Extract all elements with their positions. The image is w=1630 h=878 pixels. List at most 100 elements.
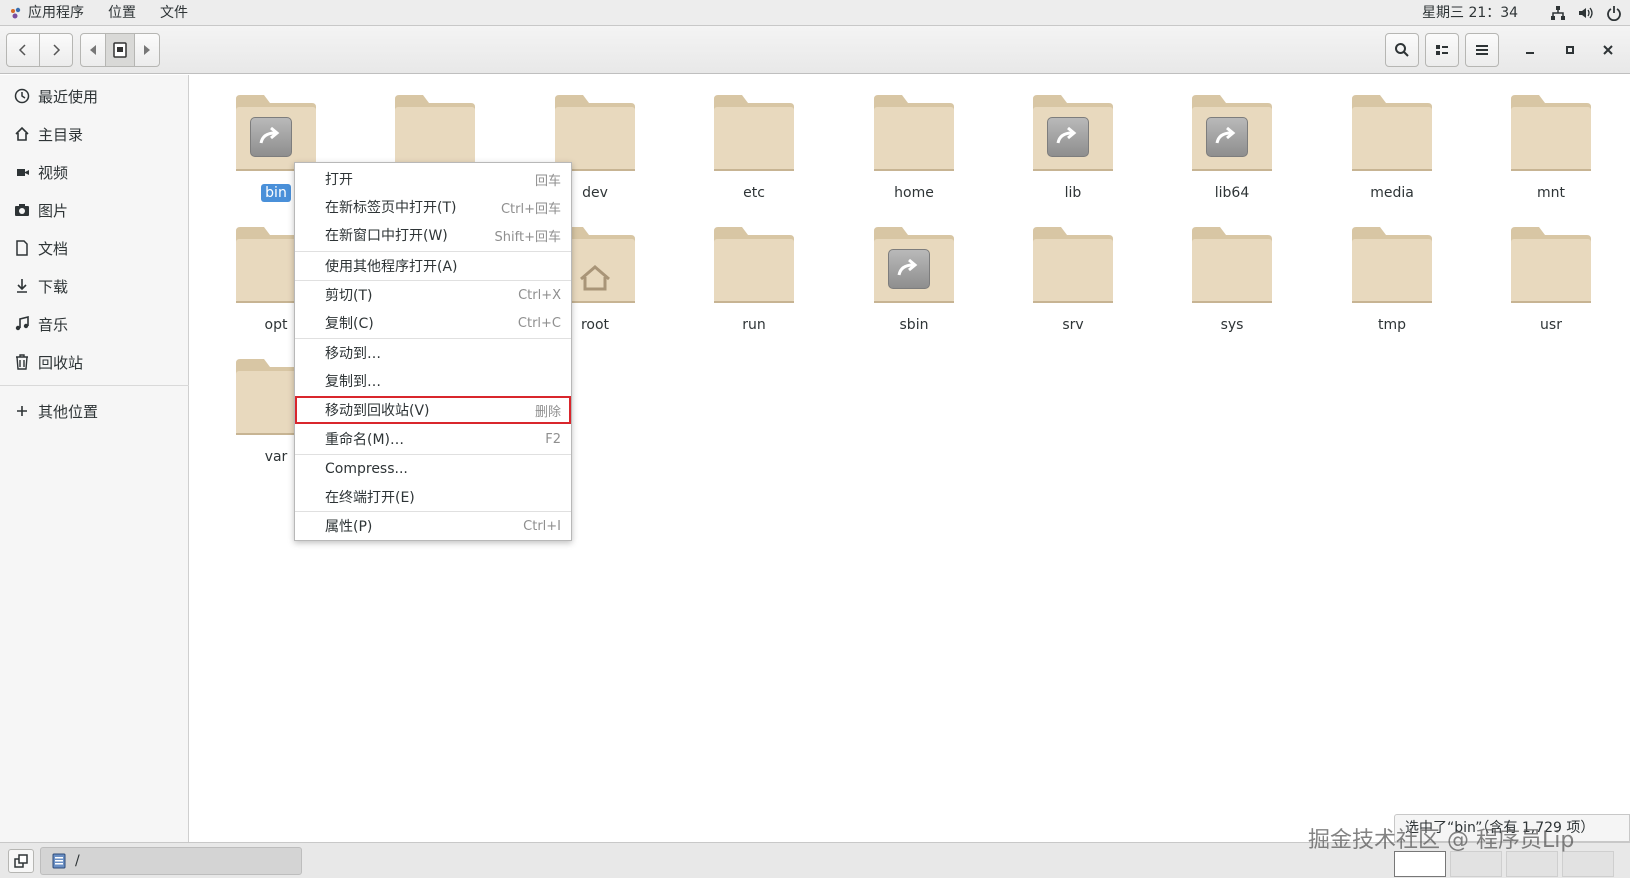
folder-item[interactable]: srv (1003, 207, 1143, 337)
video-icon (14, 164, 30, 180)
windows-icon (14, 854, 28, 868)
menu-item-cut[interactable]: 剪切(T) Ctrl+X (295, 281, 571, 309)
folder-name-label: lib64 (1214, 185, 1250, 201)
menu-item-open-with[interactable]: 使用其他程序打开(A) (295, 252, 571, 280)
sidebar-item-other-locations[interactable]: 其他位置 (0, 394, 189, 428)
folder-icon (395, 95, 475, 171)
system-tray[interactable] (1550, 0, 1622, 26)
folder-name-label: mnt (1537, 185, 1565, 201)
menu-item-open[interactable]: 打开 回车 (295, 165, 571, 193)
menu-item-open-terminal[interactable]: 在终端打开(E) (295, 483, 571, 511)
folder-item[interactable]: etc (684, 75, 824, 205)
maximize-icon (1566, 46, 1574, 54)
view-toggle-button[interactable] (1425, 33, 1459, 67)
folder-item[interactable]: mnt (1481, 75, 1621, 205)
path-scroll-left-button[interactable] (80, 33, 106, 67)
minimize-button[interactable] (1522, 42, 1538, 58)
menu-item-copy[interactable]: 复制(C) Ctrl+C (295, 309, 571, 337)
folder-name-label: opt (264, 317, 288, 333)
menu-item-move-to[interactable]: 移动到… (295, 339, 571, 367)
menu-item-label: 在新标签页中打开(T) (325, 200, 457, 216)
path-scroll-right-button[interactable] (134, 33, 160, 67)
menu-item-properties[interactable]: 属性(P) Ctrl+I (295, 512, 571, 540)
sidebar: 最近使用 主目录 视频 图片 文档 下载 音乐 回收站 其他位置 (0, 75, 189, 842)
folder-item[interactable]: home (844, 75, 984, 205)
clock-icon (14, 88, 30, 104)
music-icon (14, 315, 30, 332)
sidebar-item-videos[interactable]: 视频 (0, 155, 189, 189)
workspace-2[interactable] (1450, 851, 1502, 877)
show-desktop-button[interactable] (8, 849, 34, 873)
files-menu[interactable]: 文件 (148, 0, 200, 26)
folder-icon (1033, 227, 1113, 303)
folder-name: lib (1003, 185, 1143, 201)
folder-name: home (844, 185, 984, 201)
folder-icon (1511, 95, 1591, 171)
sidebar-item-documents[interactable]: 文档 (0, 231, 189, 265)
sidebar-item-recent[interactable]: 最近使用 (0, 79, 189, 113)
menu-item-move-to-trash[interactable]: 移动到回收站(V) 删除 (295, 396, 571, 424)
header-bar (0, 26, 1630, 74)
workspace-3[interactable] (1506, 851, 1558, 877)
folder-item[interactable]: lib (1003, 75, 1143, 205)
watermark: 掘金技术社区 @ 程序员Lip (1308, 828, 1575, 853)
menu-item-open-new-tab[interactable]: 在新标签页中打开(T) Ctrl+回车 (295, 193, 571, 221)
volume-icon[interactable] (1578, 5, 1594, 21)
sidebar-item-downloads[interactable]: 下载 (0, 269, 189, 303)
menu-button[interactable] (1465, 33, 1499, 67)
folder-icon (1352, 227, 1432, 303)
menu-item-accel: Shift+回车 (494, 229, 561, 245)
path-root-button[interactable] (105, 33, 135, 67)
list-view-icon (1436, 45, 1448, 55)
sidebar-item-pictures[interactable]: 图片 (0, 193, 189, 227)
back-button[interactable] (6, 33, 40, 67)
menu-item-label: 剪切(T) (325, 288, 373, 304)
folder-name-label: sys (1220, 317, 1244, 333)
workspace-1[interactable] (1394, 851, 1446, 877)
folder-icon (1352, 95, 1432, 171)
menu-item-compress[interactable]: Compress... (295, 455, 571, 483)
search-icon (1395, 43, 1409, 57)
folder-name-label: sbin (899, 317, 929, 333)
folder-icon (1511, 227, 1591, 303)
gnome-foot-icon[interactable] (8, 5, 24, 21)
search-button[interactable] (1385, 33, 1419, 67)
folder-item[interactable]: sbin (844, 207, 984, 337)
folder-item[interactable]: usr (1481, 207, 1621, 337)
maximize-button[interactable] (1562, 42, 1578, 58)
menu-item-label: 复制到… (325, 374, 381, 390)
forward-button[interactable] (39, 33, 73, 67)
folder-name-label: lib (1064, 185, 1082, 201)
sidebar-item-home[interactable]: 主目录 (0, 117, 189, 151)
apps-menu[interactable]: 应用程序 (28, 0, 96, 26)
file-manager-icon (51, 853, 67, 869)
minimize-icon (1526, 52, 1534, 54)
camera-icon (14, 202, 30, 218)
folder-item[interactable]: run (684, 207, 824, 337)
file-icon-view[interactable]: binbootdevetchomeliblib64mediamntoptproc… (190, 75, 1630, 842)
menu-item-open-new-window[interactable]: 在新窗口中打开(W) Shift+回车 (295, 221, 571, 249)
folder-item[interactable]: tmp (1322, 207, 1462, 337)
sidebar-item-music[interactable]: 音乐 (0, 307, 189, 341)
folder-item[interactable]: lib64 (1162, 75, 1302, 205)
clock[interactable]: 星期三 21：34 (1422, 0, 1518, 26)
power-icon[interactable] (1606, 5, 1622, 22)
sidebar-item-label: 图片 (38, 201, 69, 220)
taskbar-window-button[interactable]: / (40, 847, 302, 875)
menu-item-accel: Ctrl+X (518, 287, 561, 303)
folder-item[interactable]: sys (1162, 207, 1302, 337)
folder-item[interactable]: media (1322, 75, 1462, 205)
top-menu: 应用程序 位置 文件 (0, 0, 200, 26)
menu-item-copy-to[interactable]: 复制到… (295, 367, 571, 395)
triangle-right-icon (144, 45, 150, 55)
menu-item-label: 移动到… (325, 346, 381, 362)
folder-name-label: run (742, 317, 766, 333)
network-icon[interactable] (1550, 5, 1566, 21)
folder-name-label: media (1370, 185, 1414, 201)
sidebar-item-label: 最近使用 (38, 87, 99, 106)
workspace-4[interactable] (1562, 851, 1614, 877)
menu-item-rename[interactable]: 重命名(M)… F2 (295, 425, 571, 453)
close-button[interactable] (1600, 42, 1616, 58)
sidebar-item-trash[interactable]: 回收站 (0, 345, 189, 379)
places-menu[interactable]: 位置 (96, 0, 148, 26)
